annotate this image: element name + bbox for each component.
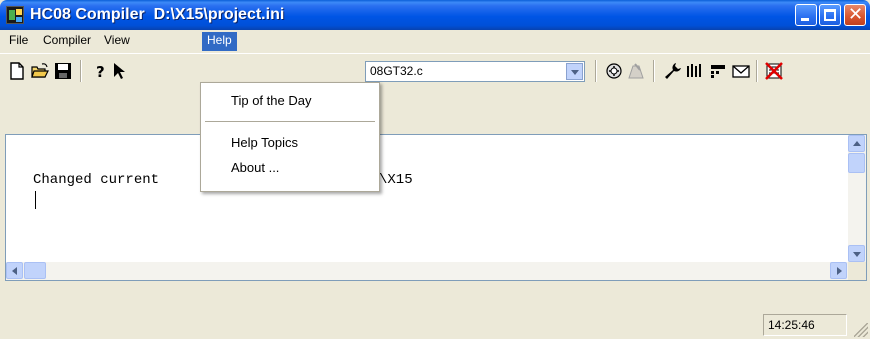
- scrollbar-corner: [848, 262, 866, 280]
- help-question-icon[interactable]: ?: [92, 62, 110, 80]
- compile-icon[interactable]: [605, 62, 623, 80]
- close-icon: ✕: [848, 4, 864, 25]
- smart-slider-icon[interactable]: [709, 62, 727, 80]
- output-line-left: Changed current: [33, 172, 160, 188]
- toolbar-separator: [80, 60, 82, 82]
- status-time-pane: 14:25:46: [763, 314, 847, 336]
- maximize-button[interactable]: [819, 4, 841, 26]
- status-time: 14:25:46: [768, 318, 815, 332]
- options-wrench-icon[interactable]: [664, 62, 682, 80]
- toolbar: ? 08GT32.c: [0, 53, 870, 85]
- source-file-combo[interactable]: 08GT32.c: [365, 61, 585, 82]
- scroll-up-button[interactable]: [848, 135, 865, 152]
- output-pane[interactable]: Changed current \X15: [5, 134, 867, 281]
- status-bar: 14:25:46: [0, 310, 870, 339]
- minimize-button[interactable]: [795, 4, 817, 26]
- horizontal-scroll-thumb[interactable]: [24, 262, 46, 279]
- scroll-down-button[interactable]: [848, 245, 865, 262]
- menu-help[interactable]: Help: [202, 32, 237, 51]
- arrow-left-icon: [12, 267, 17, 275]
- menu-view[interactable]: View: [99, 32, 135, 51]
- vertical-scrollbar[interactable]: [848, 135, 866, 262]
- svg-text:?: ?: [96, 63, 105, 80]
- help-dropdown-menu: Tip of the Day Help Topics About ...: [200, 82, 380, 192]
- minimize-icon: [801, 18, 809, 21]
- context-help-arrow-icon[interactable]: [112, 62, 130, 80]
- new-file-icon[interactable]: [8, 62, 26, 80]
- resize-grip-icon[interactable]: [854, 323, 868, 337]
- text-caret: [35, 191, 36, 209]
- clear-log-icon[interactable]: [765, 62, 783, 80]
- scroll-right-button[interactable]: [830, 262, 847, 279]
- app-icon[interactable]: [6, 6, 24, 24]
- arrow-right-icon: [837, 267, 842, 275]
- window-title: HC08 Compiler D:\X15\project.ini: [30, 6, 285, 23]
- save-disk-icon[interactable]: [54, 62, 72, 80]
- toolbar-separator: [595, 60, 597, 82]
- menu-item-help-topics[interactable]: Help Topics: [203, 133, 377, 155]
- open-folder-icon[interactable]: [31, 62, 49, 80]
- message-icon[interactable]: [732, 62, 750, 80]
- horizontal-scrollbar[interactable]: [6, 262, 848, 280]
- chevron-down-icon[interactable]: [566, 63, 583, 80]
- toolbar-separator: [653, 60, 655, 82]
- menu-compiler[interactable]: Compiler: [38, 32, 96, 51]
- output-text-area[interactable]: Changed current \X15: [6, 135, 848, 262]
- output-line-right: \X15: [379, 172, 413, 188]
- scroll-left-button[interactable]: [6, 262, 23, 279]
- menu-separator: [205, 121, 375, 122]
- menu-item-about[interactable]: About ...: [203, 158, 377, 180]
- menu-bar: File Compiler View Help: [0, 30, 870, 51]
- type-sizes-icon[interactable]: [686, 62, 704, 80]
- arrow-down-icon: [853, 252, 861, 257]
- vertical-scroll-thumb[interactable]: [848, 153, 865, 173]
- arrow-up-icon: [853, 141, 861, 146]
- menu-file[interactable]: File: [4, 32, 33, 51]
- toolbar-separator: [756, 60, 758, 82]
- maximize-icon: [824, 9, 836, 21]
- close-button[interactable]: ✕: [844, 4, 866, 26]
- compiler-window: HC08 Compiler D:\X15\project.ini ✕ File …: [0, 0, 870, 339]
- menu-item-tip-of-the-day[interactable]: Tip of the Day: [203, 91, 377, 113]
- stop-icon[interactable]: [627, 62, 645, 80]
- source-file-value: 08GT32.c: [370, 64, 423, 78]
- title-bar[interactable]: HC08 Compiler D:\X15\project.ini ✕: [0, 0, 870, 30]
